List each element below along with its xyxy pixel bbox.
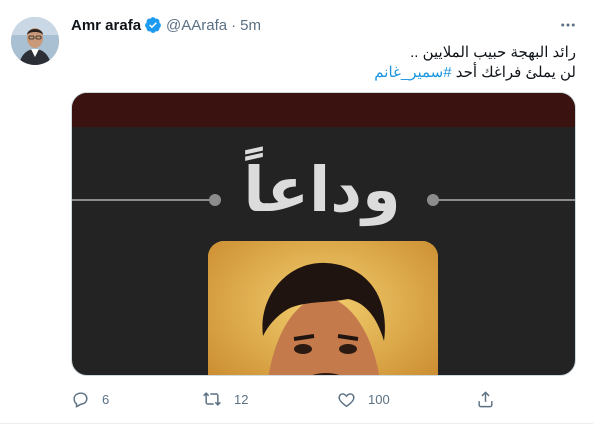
reply-button[interactable]: 6 [71,386,109,412]
tweet[interactable]: Amr arafa @AArafa · 5m رائد البهجة حبيب … [0,0,593,424]
tweet-text-line-1: رائد البهجة حبيب الملايين .. [410,44,576,61]
share-icon [478,390,493,407]
media-divider-dot-right [427,194,439,206]
retweet-count: 12 [234,391,249,407]
author-name[interactable]: Amr arafa [71,17,141,34]
portrait-photo [208,241,438,375]
more-options-button[interactable] [555,14,581,36]
more-icon [561,23,575,27]
share-button[interactable] [476,386,495,412]
tweet-media-image[interactable]: وداعاً [71,92,576,376]
reply-icon [73,391,88,408]
media-top-band [72,93,575,127]
author-handle[interactable]: @AArafa [166,17,227,34]
author-avatar[interactable] [11,17,59,65]
reply-count: 6 [102,391,110,407]
tweet-text: رائد البهجة حبيب الملايين .. لن يملئ فرا… [71,43,576,83]
like-button[interactable]: 100 [337,386,390,412]
retweet-button[interactable]: 12 [202,386,248,412]
media-divider-dot-left [209,194,221,206]
hashtag-link[interactable]: #سمير_غانم [374,64,451,81]
retweet-icon [203,392,221,406]
tweet-timestamp[interactable]: 5m [240,17,261,34]
verified-badge-icon [144,16,162,34]
tweet-text-line-2-prefix: لن يملئ فراغك أحد [455,64,576,81]
tweet-header: Amr arafa @AArafa · 5m [71,14,261,36]
media-headline: وداعاً [243,153,401,226]
like-count: 100 [368,391,390,407]
tweet-text-line-2: لن يملئ فراغك أحد #سمير_غانم [71,63,576,83]
tweet-actions: 6 12 100 [71,386,576,412]
media-divider-right [434,199,575,201]
heart-icon [338,392,355,407]
avatar-image [11,17,59,65]
media-divider-left [72,199,215,201]
separator-dot: · [231,16,237,34]
